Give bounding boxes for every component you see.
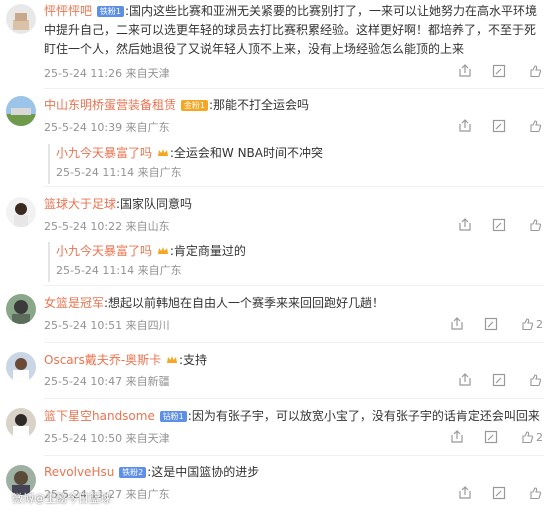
comment-text: :国家队同意吗 (116, 197, 193, 211)
comment-icon[interactable] (492, 373, 506, 387)
comment-meta: 25-5-24 10:47 来自新疆 (44, 375, 170, 388)
comment-actions (458, 64, 544, 80)
share-icon[interactable] (450, 317, 464, 331)
comment-content: Oscars戴夫乔-奥斯卡 :支持 (44, 351, 544, 370)
divider (44, 455, 544, 456)
comment-icon[interactable] (492, 218, 506, 232)
comment-content: 怦怦怦吧 铁粉1:国内这些比赛和亚洲无关紧要的比赛别打了，一来可以让她努力在高水… (44, 2, 544, 59)
share-icon[interactable] (458, 373, 472, 387)
like-icon[interactable]: 2 (520, 317, 543, 331)
divider (44, 285, 544, 286)
divider (44, 342, 544, 343)
username[interactable]: Oscars戴夫乔-奥斯卡 (44, 353, 161, 367)
comment-content: 女篮是冠军:想起以前韩旭在自由人一个赛季来来回回跑好几趟！ (44, 294, 544, 313)
comment-meta: 25-5-24 10:50 来自天津 (44, 432, 170, 445)
username[interactable]: RevolveHsu (44, 465, 114, 479)
comment-content: 中山东明桥蛋营装备租赁 金粉1:那能不打全运会吗 (44, 96, 544, 115)
crown-icon (166, 353, 178, 365)
username[interactable]: 篮下星空handsome (44, 409, 155, 423)
avatar[interactable] (6, 197, 36, 227)
username[interactable]: 篮球大于足球 (44, 197, 116, 211)
reply-username[interactable]: 小九今天暴富了吗 (56, 146, 152, 160)
comment-icon[interactable] (484, 430, 498, 444)
username[interactable]: 中山东明桥蛋营装备租赁 (44, 98, 176, 112)
fan-badge[interactable]: 钻粉1 (159, 411, 187, 422)
divider (44, 186, 544, 187)
comment-actions (458, 119, 544, 135)
comment-icon[interactable] (492, 486, 506, 500)
share-icon[interactable] (458, 486, 472, 500)
reply-meta: 25-5-24 11:14 来自广东 (56, 264, 182, 277)
username[interactable]: 女篮是冠军 (44, 296, 104, 310)
reply-item: 小九今天暴富了吗 :全运会和W NBA时间不冲突 25-5-24 11:14 来… (48, 144, 544, 184)
comment-meta: 25-5-24 10:22 来自山东 (44, 220, 170, 233)
reply-item: 小九今天暴富了吗 :肯定商量过的 25-5-24 11:14 来自广东 (48, 242, 544, 282)
share-icon[interactable] (450, 430, 464, 444)
comment-actions (458, 373, 544, 389)
username[interactable]: 怦怦怦吧 (44, 4, 92, 18)
reply-username[interactable]: 小九今天暴富了吗 (56, 244, 152, 258)
reply-meta: 25-5-24 11:14 来自广东 (56, 166, 182, 179)
like-icon[interactable] (528, 486, 542, 500)
watermark: 微博@王懿今日篮球 (12, 492, 111, 505)
comment-text: :这是中国篮协的进步 (147, 465, 260, 479)
comment-content: RevolveHsu 铁粉2:这是中国篮协的进步 (44, 463, 544, 482)
comment-icon[interactable] (492, 64, 506, 78)
like-icon[interactable] (528, 218, 542, 232)
gold-badge[interactable]: 金粉1 (180, 100, 208, 111)
comment-meta: 25-5-24 10:39 来自广东 (44, 121, 170, 134)
avatar[interactable] (6, 294, 36, 324)
comment-content: 篮下星空handsome 钻粉1:因为有张子宇，可以放宽小宝了，没有张子宇的话肯… (44, 407, 544, 426)
avatar[interactable] (6, 352, 36, 382)
comment-text: :支持 (179, 353, 208, 367)
share-icon[interactable] (458, 218, 472, 232)
avatar[interactable] (6, 96, 36, 126)
fan-badge[interactable]: 铁粉1 (96, 6, 124, 17)
comment-text: :因为有张子宇，可以放宽小宝了，没有张子宇的话肯定还会叫回来 (187, 409, 540, 423)
share-icon[interactable] (458, 119, 472, 133)
comment-actions: 2 (450, 317, 544, 333)
comment-icon[interactable] (484, 317, 498, 331)
divider (44, 88, 544, 89)
like-icon[interactable] (528, 64, 542, 78)
crown-icon (157, 146, 169, 158)
comment-actions (458, 486, 544, 502)
comment-text: :想起以前韩旭在自由人一个赛季来来回回跑好几趟！ (104, 296, 385, 310)
avatar[interactable] (6, 4, 36, 34)
like-icon[interactable] (528, 373, 542, 387)
reply-text: :全运会和W NBA时间不冲突 (169, 146, 323, 160)
share-icon[interactable] (458, 64, 472, 78)
divider (44, 398, 544, 399)
like-icon[interactable]: 2 (520, 430, 543, 444)
like-count: 2 (536, 318, 543, 331)
comment-meta: 25-5-24 10:51 来自四川 (44, 319, 170, 332)
comment-actions (458, 218, 544, 234)
comment-meta: 25-5-24 11:26 来自天津 (44, 67, 170, 80)
comment-text: :那能不打全运会吗 (208, 98, 309, 112)
comment-icon[interactable] (492, 119, 506, 133)
like-count: 2 (536, 431, 543, 444)
crown-icon (157, 244, 169, 256)
reply-text: :肯定商量过的 (169, 244, 246, 258)
comment-actions: 2 (450, 430, 544, 446)
fan-badge[interactable]: 铁粉2 (119, 467, 147, 478)
avatar[interactable] (6, 408, 36, 438)
like-icon[interactable] (528, 119, 542, 133)
comment-content: 篮球大于足球:国家队同意吗 (44, 195, 544, 214)
